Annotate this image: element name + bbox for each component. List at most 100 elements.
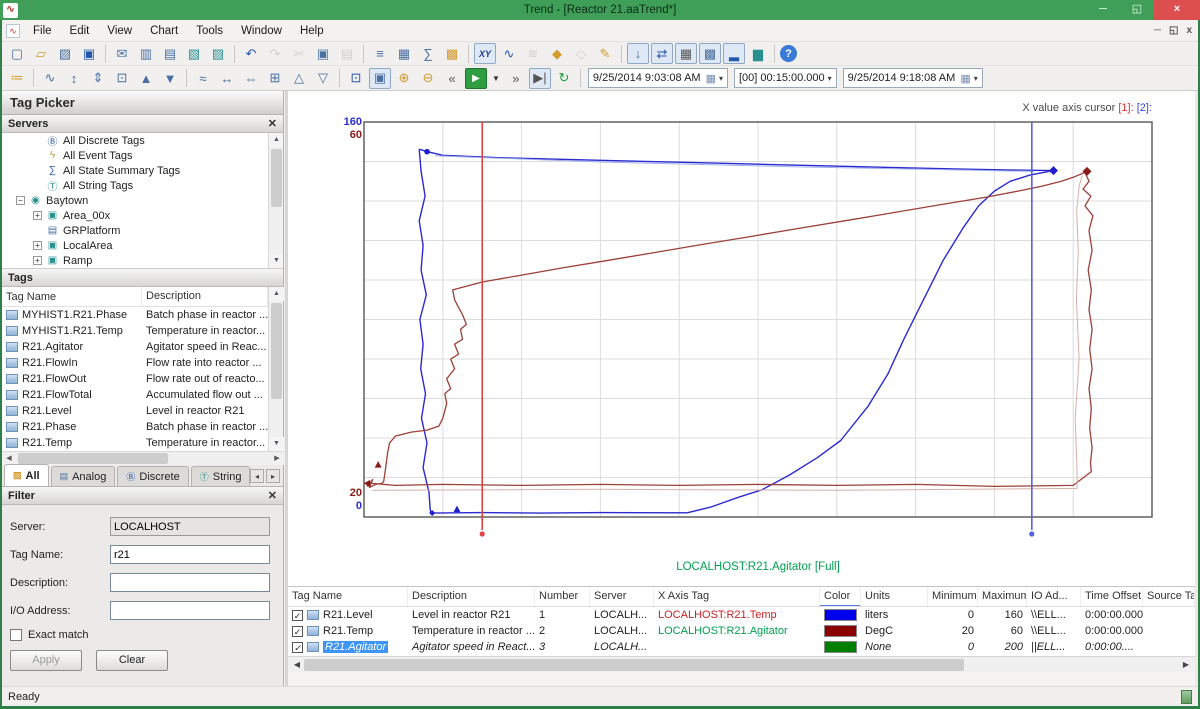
tag-list-item[interactable]: R21.PhaseBatch phase in reactor ... [2, 419, 283, 435]
collapse-all-button[interactable]: ▽ [312, 68, 334, 89]
filter-close-icon[interactable]: ✕ [268, 489, 277, 502]
legend-col-tag-name[interactable]: Tag Name [288, 587, 408, 606]
tag-list-item[interactable]: R21.LevelLevel in reactor R21 [2, 403, 283, 419]
scale-all-button[interactable]: ⇔ [240, 68, 262, 89]
annotations-button[interactable]: ▩ [441, 43, 463, 64]
servers-close-icon[interactable]: ✕ [268, 117, 277, 130]
legend-col-color[interactable]: Color [820, 587, 861, 606]
legend-row[interactable]: ✓R21.LevelLevel in reactor R211LOCALH...… [288, 607, 1195, 623]
end-time-field[interactable]: 9/25/2014 9:18:08 AM▦▾ [843, 68, 983, 88]
expand-icon[interactable]: + [33, 211, 42, 220]
menu-tools[interactable]: Tools [187, 22, 232, 40]
zoom-in-button[interactable]: ⊕ [393, 68, 415, 89]
menu-help[interactable]: Help [291, 22, 333, 40]
scroll-right-icon[interactable]: ▶ [1179, 658, 1193, 672]
legend-col-description[interactable]: Description [408, 587, 535, 606]
xy-plot-button[interactable]: XY [474, 43, 496, 64]
row-checkbox[interactable]: ✓ [292, 610, 303, 621]
scroll-back-button[interactable]: « [441, 68, 463, 89]
swap-tags-button[interactable]: ⇄ [651, 43, 673, 64]
move-tag-down-button[interactable]: ↓ [627, 43, 649, 64]
zoom-out-button[interactable]: ⊖ [417, 68, 439, 89]
collapse-curve-button[interactable]: ▼ [159, 68, 181, 89]
legend-col-time-offset[interactable]: Time Offset [1081, 587, 1143, 606]
expand-icon[interactable]: + [33, 241, 42, 250]
tree-item-all-event-tags[interactable]: ϟAll Event Tags [2, 148, 283, 163]
io-address-field[interactable] [110, 601, 270, 620]
tags-scrollbar[interactable]: ▲ ▼ [268, 287, 283, 451]
add-pen-button[interactable]: ◆ [546, 43, 568, 64]
collapse-icon[interactable]: − [16, 196, 25, 205]
tree-item-baytown[interactable]: −◉Baytown [2, 193, 283, 208]
tab-analog[interactable]: ▤Analog [51, 466, 116, 486]
menu-file[interactable]: File [24, 22, 61, 40]
calendar-icon[interactable]: ▦ [960, 72, 970, 85]
data-table-view-button[interactable]: ▦ [393, 43, 415, 64]
tag-list-item[interactable]: R21.AgitatorAgitator speed in Reac... [2, 339, 283, 355]
legend-col-minimum[interactable]: Minimum [928, 587, 978, 606]
tag-list-item[interactable]: R21.FlowOutFlow rate out of reacto... [2, 371, 283, 387]
save-file-button[interactable]: ▣ [78, 43, 100, 64]
color-swatch[interactable] [824, 641, 857, 653]
close-button[interactable]: × [1154, 0, 1200, 20]
box-zoom-curve-button[interactable]: ⊡ [111, 68, 133, 89]
menu-window[interactable]: Window [232, 22, 291, 40]
zoom-window-button[interactable]: ⊡ [345, 68, 367, 89]
open-file-button[interactable]: ▱ [30, 43, 52, 64]
go-to-end-button[interactable]: ▶| [529, 68, 551, 89]
print-button[interactable]: ▤ [159, 43, 181, 64]
scroll-down-icon[interactable]: ▼ [269, 437, 284, 451]
print-setup-button[interactable]: ▧ [183, 43, 205, 64]
expand-icon[interactable]: + [33, 256, 42, 265]
column-header-tag-name[interactable]: Tag Name [2, 287, 142, 306]
refresh-button[interactable]: ↻ [553, 68, 575, 89]
tag-list-item[interactable]: R21.FlowTotalAccumulated flow out ... [2, 387, 283, 403]
pan-all-button[interactable]: ↔ [216, 68, 238, 89]
tree-item-all-string-tags[interactable]: ⓉAll String Tags [2, 178, 283, 193]
scroll-right-icon[interactable]: ▶ [270, 452, 284, 465]
tag-list-item[interactable]: MYHIST1.R21.PhaseBatch phase in reactor … [2, 307, 283, 323]
tab-scroll-left-icon[interactable]: ◂ [250, 469, 264, 483]
copy-pages-button[interactable]: ▨ [207, 43, 229, 64]
menu-edit[interactable]: Edit [61, 22, 99, 40]
clear-button[interactable]: Clear [96, 650, 168, 671]
tree-item-grplatform[interactable]: ▤GRPlatform [2, 223, 283, 238]
scroll-up-icon[interactable]: ▲ [269, 133, 283, 147]
zoom-all-normal-button[interactable]: ≈ [192, 68, 214, 89]
mdi-restore-button[interactable]: ◱ [1169, 25, 1178, 36]
tag-list-view-button[interactable]: ≡ [369, 43, 391, 64]
highlighter-button[interactable]: ✎ [594, 43, 616, 64]
description-field[interactable] [110, 573, 270, 592]
tags-hscrollbar[interactable]: ◀ ▶ [2, 451, 284, 465]
cursor-2-handle[interactable] [1029, 531, 1034, 536]
send-mail-button[interactable]: ✉ [111, 43, 133, 64]
minimize-button[interactable]: ─ [1086, 0, 1120, 20]
chevron-down-icon[interactable]: ▾ [719, 74, 723, 83]
zoom-region-button[interactable]: ▣ [369, 68, 391, 89]
scroll-up-icon[interactable]: ▲ [269, 287, 284, 301]
tab-scroll-right-icon[interactable]: ▸ [266, 469, 280, 483]
tree-item-all-state-summary-tags[interactable]: ∑All State Summary Tags [2, 163, 283, 178]
scroll-down-icon[interactable]: ▼ [269, 254, 283, 268]
tab-all[interactable]: ▨All [4, 464, 49, 486]
statistics-button[interactable]: ∑ [417, 43, 439, 64]
start-time-field[interactable]: 9/25/2014 9:03:08 AM▦▾ [588, 68, 728, 88]
mdi-minimize-button[interactable]: ─ [1154, 25, 1161, 36]
chevron-down-icon[interactable]: ▾ [828, 74, 832, 83]
export-image-button[interactable]: ▨ [54, 43, 76, 64]
menu-chart[interactable]: Chart [141, 22, 187, 40]
expand-all-button[interactable]: △ [288, 68, 310, 89]
tag-list-item[interactable]: R21.TempTemperature in reactor... [2, 435, 283, 451]
tag-list-item[interactable]: R21.FlowInFlow rate into reactor ... [2, 355, 283, 371]
legend-col-x-axis-tag[interactable]: X Axis Tag [654, 587, 820, 606]
legend-col-source-ta[interactable]: Source Ta [1143, 587, 1195, 606]
server-field[interactable] [110, 517, 270, 536]
legend-col-maximum[interactable]: Maximum [978, 587, 1027, 606]
copy-button[interactable]: ▣ [312, 43, 334, 64]
legend-col-number[interactable]: Number [535, 587, 590, 606]
tag-picker-toggle-button[interactable]: ≔ [6, 68, 28, 89]
undo-button[interactable]: ↶ [240, 43, 262, 64]
legend-col-server[interactable]: Server [590, 587, 654, 606]
panel-solid-button[interactable]: ▆ [747, 43, 769, 64]
restore-button[interactable]: ◱ [1120, 0, 1154, 20]
